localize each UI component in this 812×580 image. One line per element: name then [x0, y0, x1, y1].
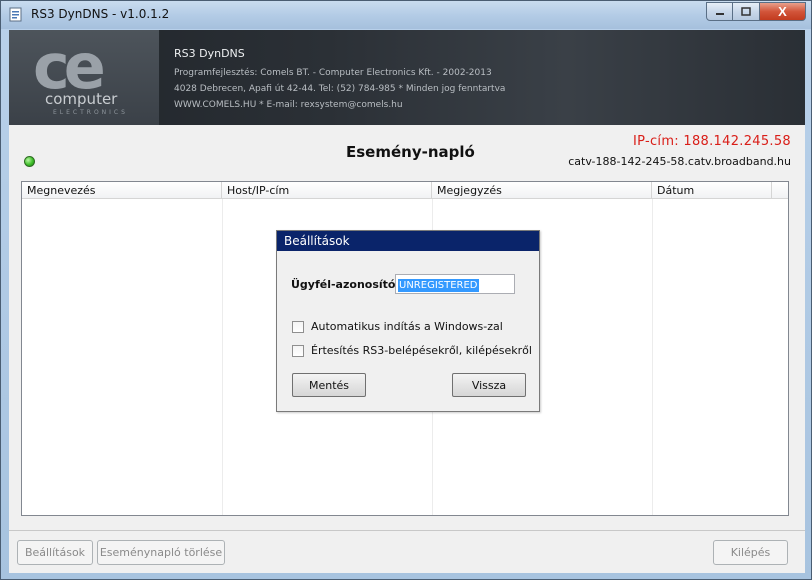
banner-line-address: 4028 Debrecen, Apafi út 42-44. Tel: (52)… [174, 84, 506, 94]
client-id-value: UNREGISTERED [398, 279, 479, 292]
logo-electronics-text: ELECTRONICS [53, 109, 128, 116]
close-icon: X [778, 4, 787, 19]
column-header-name[interactable]: Megnevezés [22, 182, 222, 199]
logo-mark: ce [33, 30, 106, 103]
ip-address-label: IP-cím: 188.142.245.58 [633, 134, 791, 149]
exit-button[interactable]: Kilépés [713, 540, 788, 565]
save-button[interactable]: Mentés [292, 373, 366, 397]
banner-info: RS3 DynDNS Programfejlesztés: Comels BT.… [174, 47, 505, 113]
autostart-checkbox[interactable] [292, 320, 304, 333]
column-header-date[interactable]: Dátum [652, 182, 772, 199]
autostart-option[interactable]: Automatikus indítás a Windows-zal [292, 320, 503, 333]
client-area: ce computer ELECTRONICS RS3 DynDNS Progr… [9, 30, 805, 573]
maximize-icon [741, 6, 751, 16]
header-banner: ce computer ELECTRONICS RS3 DynDNS Progr… [9, 30, 805, 125]
page-title: Esemény-napló [346, 143, 475, 161]
logo-computer-text: computer [45, 90, 118, 108]
settings-dialog: Beállítások Ügyfél-azonosító: UNREGISTER… [276, 230, 540, 412]
app-window: RS3 DynDNS - v1.0.1.2 X ce computer ELEC… [0, 0, 812, 580]
banner-line-developer: Programfejlesztés: Comels BT. - Computer… [174, 68, 492, 78]
banner-line-web: WWW.COMELS.HU * E-mail: rexsystem@comels… [174, 100, 403, 110]
window-controls: X [706, 2, 806, 22]
hostname-label: catv-188-142-245-58.catv.broadband.hu [568, 155, 791, 168]
company-logo: ce computer ELECTRONICS [9, 30, 159, 125]
list-header: Megnevezés Host/IP-cím Megjegyzés Dátum [22, 182, 788, 199]
title-bar[interactable]: RS3 DynDNS - v1.0.1.2 X [1, 1, 811, 29]
window-title: RS3 DynDNS - v1.0.1.2 [31, 7, 170, 21]
column-divider [222, 199, 223, 515]
notify-checkbox[interactable] [292, 344, 304, 357]
banner-app-name: RS3 DynDNS [174, 47, 245, 60]
minimize-button[interactable] [706, 2, 733, 21]
column-divider [652, 199, 653, 515]
column-header-note[interactable]: Megjegyzés [432, 182, 652, 199]
notify-option[interactable]: Értesítés RS3-belépésekről, kilépésekről [292, 344, 532, 357]
app-icon[interactable] [8, 7, 24, 23]
client-id-input[interactable]: UNREGISTERED [395, 274, 515, 294]
bottom-toolbar: Beállítások Eseménynapló törlése Kilépés [9, 530, 805, 573]
client-id-label: Ügyfél-azonosító: [291, 278, 400, 291]
back-button[interactable]: Vissza [452, 373, 526, 397]
autostart-label: Automatikus indítás a Windows-zal [311, 320, 503, 333]
close-button[interactable]: X [760, 2, 806, 21]
maximize-button[interactable] [733, 2, 760, 21]
settings-button[interactable]: Beállítások [17, 540, 93, 565]
connection-status-indicator [24, 156, 35, 167]
clear-log-button[interactable]: Eseménynapló törlése [97, 540, 225, 565]
column-header-host[interactable]: Host/IP-cím [222, 182, 432, 199]
minimize-icon [715, 12, 724, 15]
dialog-title[interactable]: Beállítások [277, 231, 539, 251]
notify-label: Értesítés RS3-belépésekről, kilépésekről [311, 344, 532, 357]
